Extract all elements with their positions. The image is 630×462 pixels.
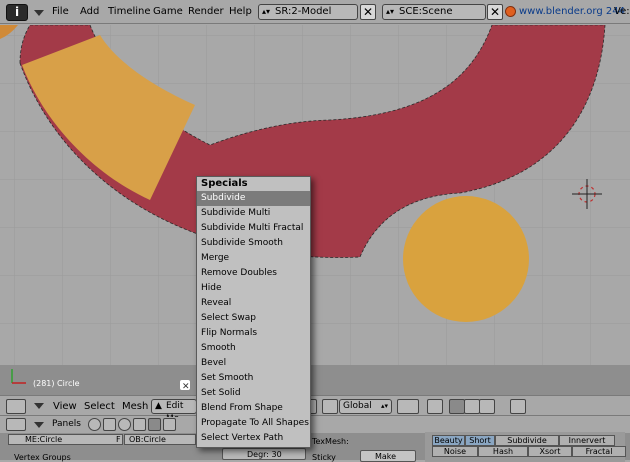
top-menu-bar: i File Add Timeline Game Render Help ▴▾ S…: [0, 0, 630, 24]
tab-beauty[interactable]: Beauty: [432, 435, 465, 446]
edge-select-mode-icon[interactable]: [464, 399, 480, 414]
menu-file[interactable]: File: [52, 6, 69, 18]
menu-select[interactable]: Select: [84, 401, 115, 412]
menu-item-hide[interactable]: Hide: [197, 281, 310, 296]
menu-item-set-smooth[interactable]: Set Smooth: [197, 371, 310, 386]
up-down-arrows-icon: ▴▾: [386, 7, 395, 16]
mode-selector[interactable]: ▲Edit Mo: [151, 399, 197, 424]
collapse-menu-icon[interactable]: [34, 10, 44, 16]
buttons-window-type-icon[interactable]: [6, 418, 26, 431]
tab-fractal[interactable]: Fractal: [572, 446, 626, 457]
info-window-icon[interactable]: i: [6, 4, 28, 21]
tab-innervert[interactable]: Innervert: [559, 435, 615, 446]
blender-logo-icon: [505, 6, 516, 17]
menu-item-bevel[interactable]: Bevel: [197, 356, 310, 371]
vertex-groups-label: Vertex Groups: [14, 453, 71, 462]
menu-mesh[interactable]: Mesh: [122, 401, 148, 412]
menu-item-blend-from-shape[interactable]: Blend From Shape: [197, 401, 310, 416]
menu-game[interactable]: Game: [153, 6, 183, 18]
menu-item-remove-doubles[interactable]: Remove Doubles: [197, 266, 310, 281]
face-select-mode-icon[interactable]: [479, 399, 495, 414]
menu-item-select-swap[interactable]: Select Swap: [197, 311, 310, 326]
menu-item-subdivide-smooth[interactable]: Subdivide Smooth: [197, 236, 310, 251]
3d-viewport[interactable]: ✕ (281) Circle: [0, 25, 630, 395]
menu-item-set-solid[interactable]: Set Solid: [197, 386, 310, 401]
orientation-selector[interactable]: Global ▴▾: [339, 399, 392, 414]
logic-panel-icon[interactable]: [88, 418, 101, 431]
degree-field[interactable]: Degr: 30: [222, 448, 306, 460]
object-name-field[interactable]: OB:Circle: [124, 434, 196, 445]
viewport-canvas: ✕: [0, 25, 630, 395]
object-name-text: OB:Circle: [129, 435, 166, 444]
menu-item-smooth[interactable]: Smooth: [197, 341, 310, 356]
menu-item-merge[interactable]: Merge: [197, 251, 310, 266]
menu-item-flip-normals[interactable]: Flip Normals: [197, 326, 310, 341]
screen-name: SR:2-Model: [275, 6, 332, 17]
make-button[interactable]: Make: [360, 450, 416, 462]
script-panel-icon[interactable]: [103, 418, 116, 431]
edit-mode-icon: ▲: [155, 401, 162, 411]
scene-selector[interactable]: ▴▾ SCE:Scene: [382, 4, 486, 20]
manipulator-handle-icon[interactable]: ✕: [180, 380, 190, 392]
version-label: Ve:: [614, 6, 630, 17]
render-preview-icon[interactable]: [510, 399, 526, 414]
menu-item-subdivide[interactable]: Subdivide: [197, 191, 310, 206]
menu-item-select-vertex-path[interactable]: Select Vertex Path: [197, 431, 310, 446]
menu-render[interactable]: Render: [188, 6, 224, 18]
orange-circle-shape: [403, 196, 529, 322]
3d-view-header: View Select Mesh ▲Edit Mo Global ▴▾: [0, 395, 630, 424]
tab-noise[interactable]: Noise: [432, 446, 478, 457]
scene-name: SCE:Scene: [399, 6, 453, 17]
texmesh-label: TexMesh:: [312, 437, 349, 446]
mesh-name-field[interactable]: ME:Circle: [8, 434, 123, 445]
menu-help[interactable]: Help: [229, 6, 252, 18]
tab-hash[interactable]: Hash: [478, 446, 528, 457]
collapse-header-icon[interactable]: [34, 403, 44, 409]
collapse-buttons-header-icon[interactable]: [34, 422, 44, 428]
editing-panel-icon[interactable]: [148, 418, 161, 431]
menu-view[interactable]: View: [53, 401, 77, 412]
svg-text:✕: ✕: [182, 382, 190, 392]
shading-panel-icon[interactable]: [118, 418, 131, 431]
hand-manipulator-icon[interactable]: [322, 399, 338, 414]
menu-item-reveal[interactable]: Reveal: [197, 296, 310, 311]
menu-item-subdivide-multi[interactable]: Subdivide Multi: [197, 206, 310, 221]
specials-popup-menu: Specials Subdivide Subdivide Multi Subdi…: [196, 176, 311, 448]
sticky-label: Sticky: [312, 453, 336, 462]
tab-short[interactable]: Short: [465, 435, 495, 446]
fake-user-button[interactable]: F: [116, 435, 121, 444]
screen-selector[interactable]: ▴▾ SR:2-Model: [258, 4, 358, 20]
delete-scene-button[interactable]: ✕: [487, 4, 503, 20]
degree-text: Degr: 30: [247, 450, 282, 459]
delete-screen-button[interactable]: ✕: [360, 4, 376, 20]
buttons-window: Panels ME:Circle F OB:Circle Vertex Grou…: [0, 417, 630, 462]
viewport-bottom-band: [0, 365, 630, 395]
menu-timeline[interactable]: Timeline: [108, 6, 151, 18]
up-down-arrows-icon: ▴▾: [262, 7, 271, 16]
orientation-label: Global: [343, 401, 372, 411]
pivot-selector-icon[interactable]: [397, 399, 419, 414]
snap-toggle-icon[interactable]: [427, 399, 443, 414]
object-panel-icon[interactable]: [133, 418, 146, 431]
menu-item-propagate-to-all-shapes[interactable]: Propagate To All Shapes: [197, 416, 310, 431]
dropdown-arrow-icon: ▴▾: [380, 402, 388, 410]
active-object-label: (281) Circle: [33, 379, 80, 388]
blender-website-link[interactable]: www.blender.org 244: [519, 6, 625, 18]
mesh-name-text: ME:Circle: [25, 435, 63, 444]
tab-subdivide[interactable]: Subdivide: [495, 435, 559, 446]
menu-add[interactable]: Add: [80, 6, 99, 18]
window-type-icon[interactable]: [6, 399, 26, 414]
specials-title: Specials: [201, 178, 248, 189]
menu-item-subdivide-multi-fractal[interactable]: Subdivide Multi Fractal: [197, 221, 310, 236]
vertex-select-mode-icon[interactable]: [449, 399, 465, 414]
tab-xsort[interactable]: Xsort: [528, 446, 572, 457]
panels-label: Panels: [52, 419, 81, 429]
scene-panel-icon[interactable]: [163, 418, 176, 431]
